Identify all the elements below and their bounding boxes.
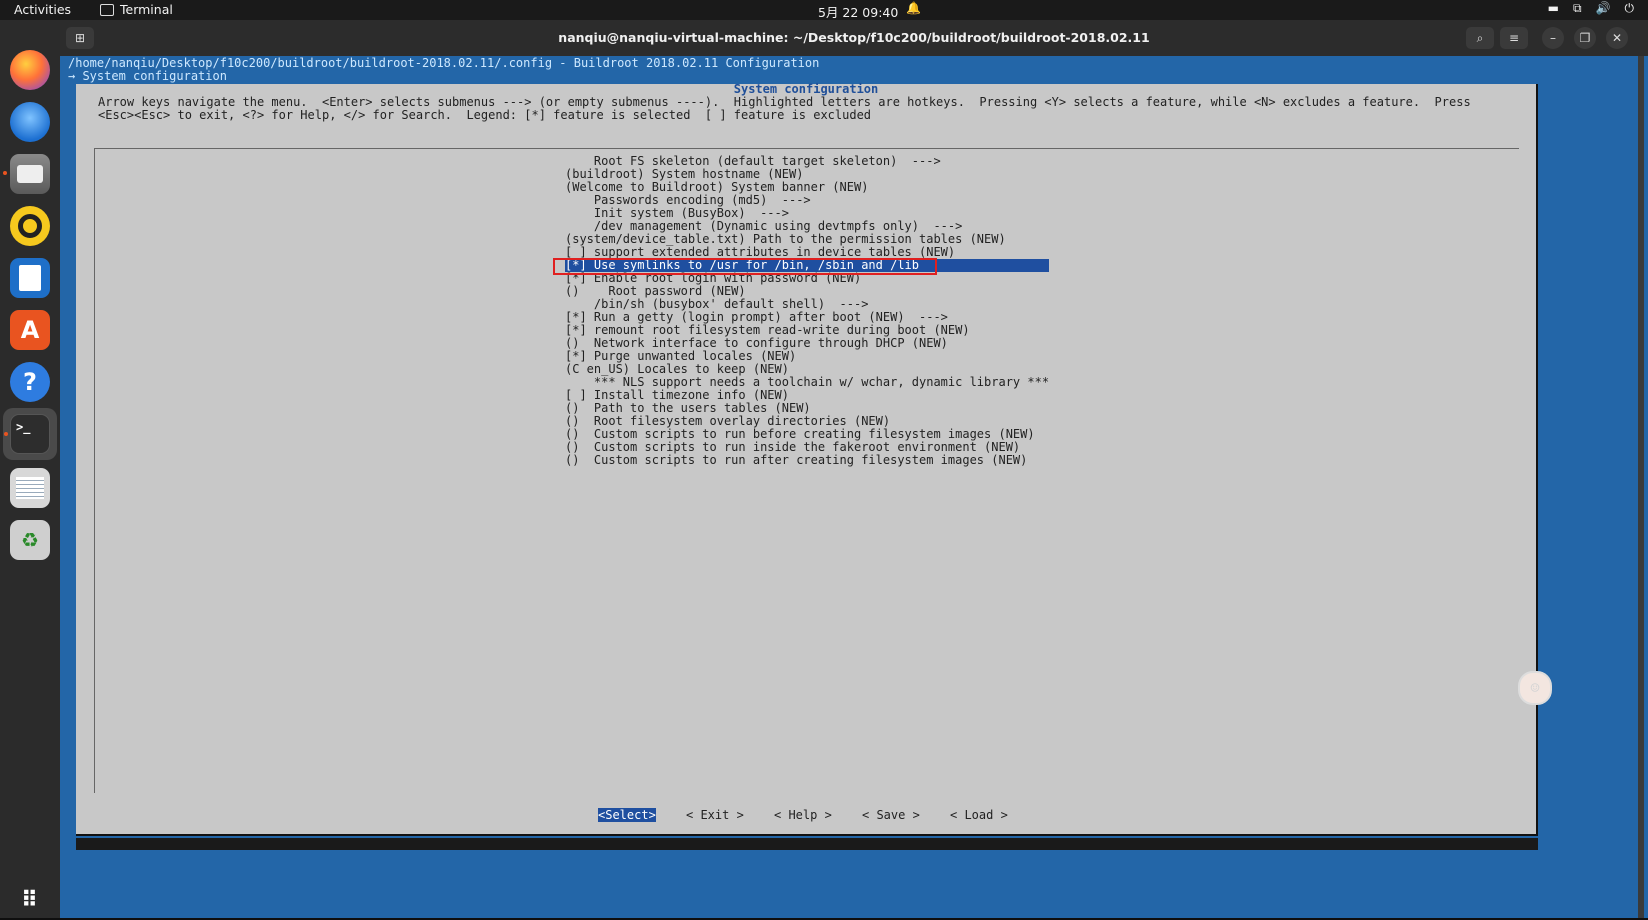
clock[interactable]: 5月 22 09:40 [818,2,898,21]
software-store-icon[interactable]: A [10,310,50,350]
window-titlebar[interactable]: ⊞ nanqiu@nanqiu-virtual-machine: ~/Deskt… [60,20,1648,56]
dock: A ? >_ ♻ ⠿ [0,20,60,918]
select-button[interactable]: <Select> [598,808,656,822]
network-icon: ⧉ [1572,1,1582,15]
terminal-small-icon [100,3,114,16]
config-path-line: /home/nanqiu/Desktop/f10c200/buildroot/b… [68,56,820,70]
window-title: nanqiu@nanqiu-virtual-machine: ~/Desktop… [558,30,1150,45]
bell-icon: 🔔 [906,1,921,15]
menu-item[interactable]: () Custom scripts to run after creating … [565,454,1049,467]
help-button[interactable]: < Help > [774,808,832,822]
trash-icon[interactable]: ♻ [10,520,50,560]
button-row: <Select> < Exit > < Help > < Save > < Lo… [76,808,1536,824]
disk-icon[interactable] [10,468,50,508]
help-text-line-1: Arrow keys navigate the menu. <Enter> se… [98,95,1471,109]
libreoffice-writer-icon[interactable] [10,258,50,298]
load-button[interactable]: < Load > [950,808,1008,822]
close-button[interactable]: ✕ [1606,27,1628,49]
maximize-icon: ❐ [1579,31,1591,45]
running-indicator [4,432,8,436]
dialog-title: System configuration [733,82,879,96]
files-folder-shape [17,165,43,183]
running-indicator [3,171,7,175]
hamburger-menu-button[interactable]: ≡ [1500,27,1528,49]
terminal-icon[interactable]: >_ [4,414,50,454]
avatar[interactable]: ☺ [1518,671,1552,705]
maximize-button[interactable]: ❐ [1574,27,1596,49]
rhythmbox-icon[interactable] [10,206,50,246]
thunderbird-icon[interactable] [10,102,50,142]
activities-button[interactable]: Activities [14,2,71,17]
minimize-icon: – [1550,31,1556,45]
dialog-shadow-strip [76,838,1538,850]
scrollbar[interactable] [1638,56,1644,918]
disk-lines-shape [16,477,44,499]
rhythmbox-ring [18,214,42,238]
app-name: Terminal [120,2,173,17]
terminal-window: ⊞ nanqiu@nanqiu-virtual-machine: ~/Deskt… [60,20,1648,918]
search-icon: ⌕ [1476,30,1484,45]
exit-button[interactable]: < Exit > [686,808,744,822]
writer-page-shape [19,265,41,291]
volume-icon: 🔊 [1595,1,1611,15]
show-apps-grid-icon[interactable]: ⠿ [10,880,50,920]
app-menu[interactable]: Terminal [100,2,173,17]
hamburger-icon: ≡ [1508,31,1520,45]
close-icon: ✕ [1611,31,1623,45]
power-icon: ⏻ [1624,1,1635,15]
search-button[interactable]: ⌕ [1466,27,1494,49]
menuconfig-dialog: System configuration Arrow keys navigate… [76,82,1538,836]
terminal-prompt-glyph: >_ [16,420,31,434]
avatar-face-icon: ☺ [1530,679,1540,697]
minimize-button[interactable]: – [1542,27,1564,49]
save-button[interactable]: < Save > [862,808,920,822]
files-icon[interactable] [3,154,50,194]
menu-box: Root FS skeleton (default target skeleto… [94,148,1519,793]
menu-list: Root FS skeleton (default target skeleto… [565,155,1050,467]
help-text-line-2: <Esc><Esc> to exit, <?> for Help, </> fo… [98,108,872,122]
terminal-content[interactable]: /home/nanqiu/Desktop/f10c200/buildroot/b… [60,56,1648,918]
breadcrumb: → System configuration [68,69,227,83]
annotation-highlight-box [553,258,937,275]
help-icon[interactable]: ? [10,362,50,402]
system-tray[interactable]: ▬ ⧉ 🔊 ⏻ [1548,1,1634,16]
firefox-icon[interactable] [10,50,50,90]
top-bar: Activities Terminal 5月 22 09:40 🔔 ▬ ⧉ 🔊 … [0,0,1648,20]
battery-icon: ▬ [1547,1,1559,15]
